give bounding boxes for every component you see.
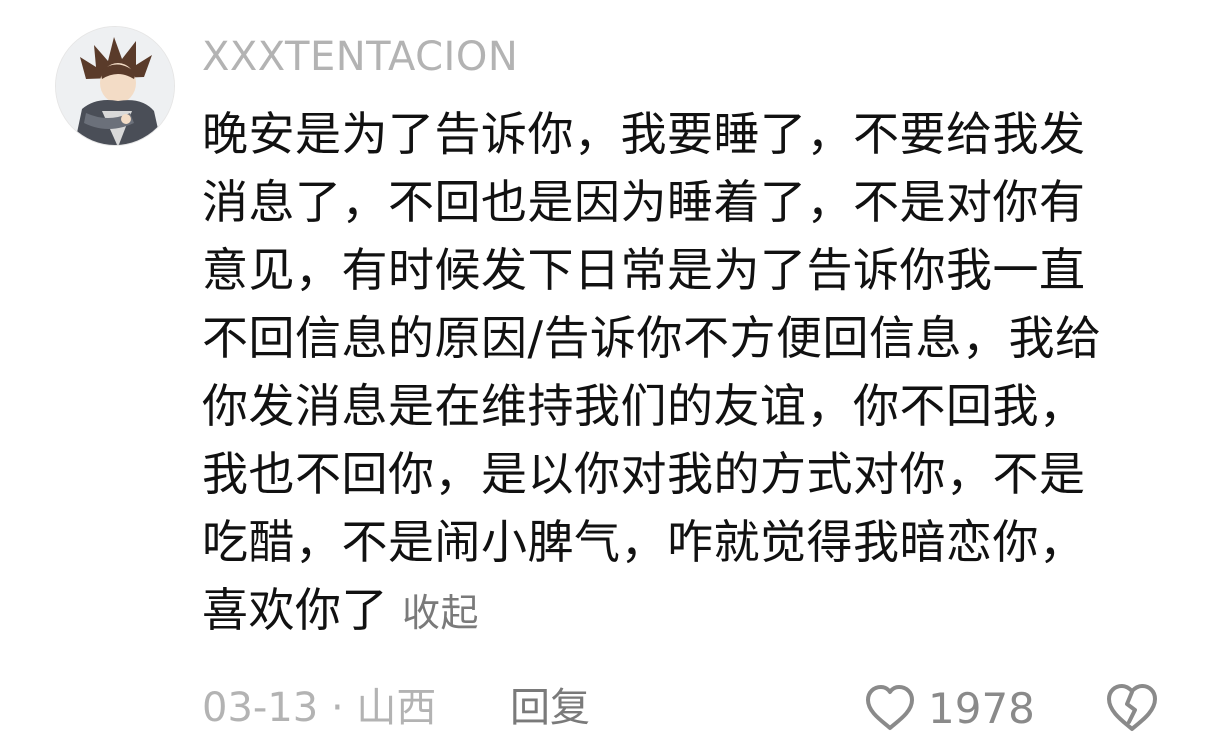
heart-outline-icon [866, 685, 914, 730]
collapse-button[interactable]: 收起 [402, 591, 479, 635]
avatar[interactable] [55, 26, 175, 146]
comment-line: 晚安是为了告诉你，我要睡了，不要给我发 [202, 107, 1086, 161]
username[interactable]: XXXTENTACION [202, 34, 518, 80]
dislike-button[interactable] [1104, 682, 1160, 734]
comment-line: 我也不回你，是以你对我的方式对你，不是 [202, 447, 1086, 501]
avatar-illustration [56, 27, 174, 145]
comment-line: 吃醋，不是闹小脾气，咋就觉得我暗恋你， [202, 515, 1086, 569]
reply-button[interactable]: 回复 [510, 684, 590, 732]
comment-line: 不回信息的原因/告诉你不方便回信息，我给 [202, 311, 1102, 365]
comment-line: 意见，有时候发下日常是为了告诉你我一直 [202, 243, 1086, 297]
broken-heart-icon [1107, 684, 1157, 731]
comment-line: 消息了，不回也是因为睡着了，不是对你有 [202, 175, 1086, 229]
comment-meta: 03-13 · 山西 [202, 685, 437, 731]
comment-line: 你发消息是在维持我们的友谊，你不回我， [202, 379, 1086, 433]
like-button[interactable]: 1978 [864, 682, 1035, 734]
like-count: 1978 [928, 683, 1035, 733]
comment-last-line: 喜欢你了 收起 [202, 576, 1182, 647]
comment-line-text: 喜欢你了 [202, 583, 388, 637]
comment-text: 晚安是为了告诉你，我要睡了，不要给我发 消息了，不回也是因为睡着了，不是对你有 … [202, 100, 1182, 647]
